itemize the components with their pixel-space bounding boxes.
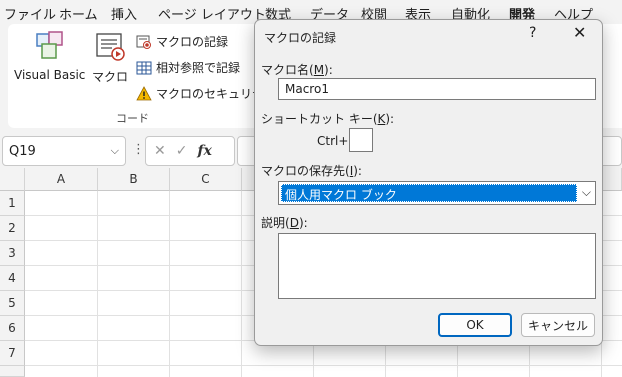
row-header-6[interactable]: 6 [0, 316, 25, 341]
column-header-a[interactable]: A [25, 168, 98, 191]
insert-function-icon[interactable]: fx [197, 143, 211, 159]
row-header-8[interactable] [0, 366, 25, 377]
grid-line [97, 191, 98, 377]
row-header-1[interactable]: 1 [0, 191, 25, 216]
macro-button[interactable]: マクロ [92, 30, 128, 85]
code-group-label: コード [116, 112, 149, 125]
record-macro-icon [136, 35, 151, 49]
column-header-c[interactable]: C [170, 168, 242, 191]
store-macro-select[interactable]: 個人用マクロ ブック ⌵ [278, 181, 596, 205]
confirm-entry-icon[interactable]: ✓ [176, 143, 188, 159]
menu-page-layout[interactable]: ページ レイアウト [158, 4, 266, 23]
relative-reference-button[interactable]: 相対参照で記録 [136, 59, 240, 76]
grid-line [169, 191, 170, 377]
macro-icon [96, 33, 125, 61]
menu-file[interactable]: ファイル [4, 4, 56, 23]
visual-basic-label: Visual Basic [14, 68, 86, 82]
macro-label: マクロ [92, 70, 129, 84]
record-macro-button[interactable]: マクロの記録 [136, 33, 228, 50]
visual-basic-icon [35, 31, 63, 59]
cancel-entry-icon[interactable]: ✕ [154, 143, 166, 159]
dialog-title: マクロの記録 [264, 31, 337, 45]
more-options-icon[interactable]: ⋮ [132, 142, 145, 157]
table-grid-icon [136, 61, 152, 74]
help-button[interactable]: ? [529, 25, 536, 41]
column-header-b[interactable]: B [98, 168, 170, 191]
close-button[interactable]: ✕ [573, 23, 586, 42]
menu-home[interactable]: ホーム [59, 4, 98, 23]
row-header-3[interactable]: 3 [0, 241, 25, 266]
row-header-5[interactable]: 5 [0, 291, 25, 316]
store-macro-selected-value: 個人用マクロ ブック [281, 184, 577, 202]
name-box[interactable]: Q19 ⌵ [2, 136, 126, 166]
macro-name-label: マクロ名(M): [261, 63, 333, 77]
row-header-7[interactable]: 7 [0, 341, 25, 366]
ctrl-prefix-label: Ctrl+ [317, 134, 349, 148]
relative-reference-label: 相対参照で記録 [156, 61, 241, 75]
macro-name-input[interactable]: Macro1 [278, 78, 596, 100]
row-header-4[interactable]: 4 [0, 266, 25, 291]
shortcut-key-input[interactable] [349, 128, 373, 152]
name-box-value: Q19 [9, 143, 36, 159]
menu-insert[interactable]: 挿入 [111, 4, 137, 23]
visual-basic-button[interactable]: Visual Basic [14, 30, 85, 82]
cancel-button[interactable]: キャンセル [521, 313, 595, 337]
grid-line [241, 191, 242, 377]
select-all-corner[interactable] [0, 168, 25, 191]
grid-line [25, 365, 622, 366]
chevron-down-icon[interactable]: ⌵ [582, 185, 591, 200]
row-header-2[interactable]: 2 [0, 216, 25, 241]
formula-buttons: ✕ ✓ fx [145, 136, 235, 166]
warning-icon [136, 85, 152, 100]
record-macro-label: マクロの記録 [156, 35, 229, 49]
description-textarea[interactable] [278, 233, 596, 299]
store-macro-label: マクロの保存先(I): [261, 164, 362, 178]
record-macro-dialog: マクロの記録 ? ✕ マクロ名(M): Macro1 ショートカット キー(K)… [254, 19, 603, 346]
shortcut-key-label: ショートカット キー(K): [261, 112, 395, 126]
ok-button[interactable]: OK [438, 313, 512, 337]
description-label: 説明(D): [261, 216, 308, 230]
chevron-down-icon[interactable]: ⌵ [111, 144, 119, 158]
